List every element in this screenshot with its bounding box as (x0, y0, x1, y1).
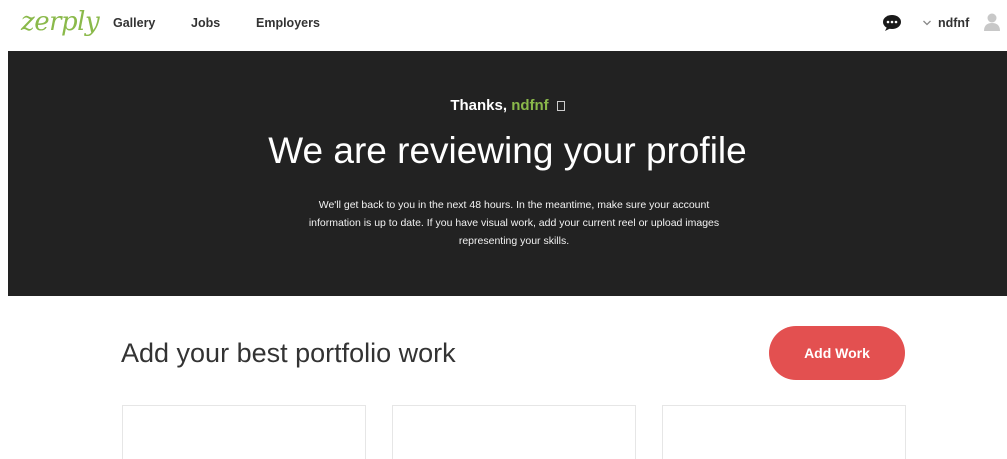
thanks-prefix: Thanks, (450, 97, 508, 114)
thanks-username: ndfnf (511, 97, 549, 114)
review-hero-banner: Thanks, ndfnf We are reviewing your prof… (8, 51, 1007, 296)
nav-link-gallery[interactable]: Gallery (113, 15, 155, 31)
user-menu[interactable]: ndfnf (922, 15, 969, 31)
top-navigation: zerply Gallery Jobs Employers ndfnf (0, 0, 1007, 48)
hero-description: We'll get back to you in the next 48 hou… (308, 199, 720, 247)
username-label: ndfnf (938, 16, 970, 30)
thanks-line: Thanks, ndfnf (8, 96, 1007, 116)
zerply-logo[interactable]: zerply (21, 6, 100, 38)
portfolio-card-placeholder[interactable] (122, 405, 366, 459)
portfolio-card-placeholder[interactable] (662, 405, 906, 459)
nav-link-jobs[interactable]: Jobs (191, 15, 220, 31)
hero-title: We are reviewing your profile (268, 130, 747, 171)
nav-link-employers[interactable]: Employers (256, 15, 320, 31)
add-work-button[interactable]: Add Work (769, 326, 905, 380)
user-avatar-icon[interactable] (983, 12, 1001, 32)
portfolio-heading: Add your best portfolio work (121, 338, 456, 368)
chat-bubble-icon[interactable] (882, 14, 902, 32)
portfolio-card-placeholder[interactable] (392, 405, 636, 459)
chevron-down-icon (923, 20, 931, 26)
square-icon (556, 101, 565, 111)
